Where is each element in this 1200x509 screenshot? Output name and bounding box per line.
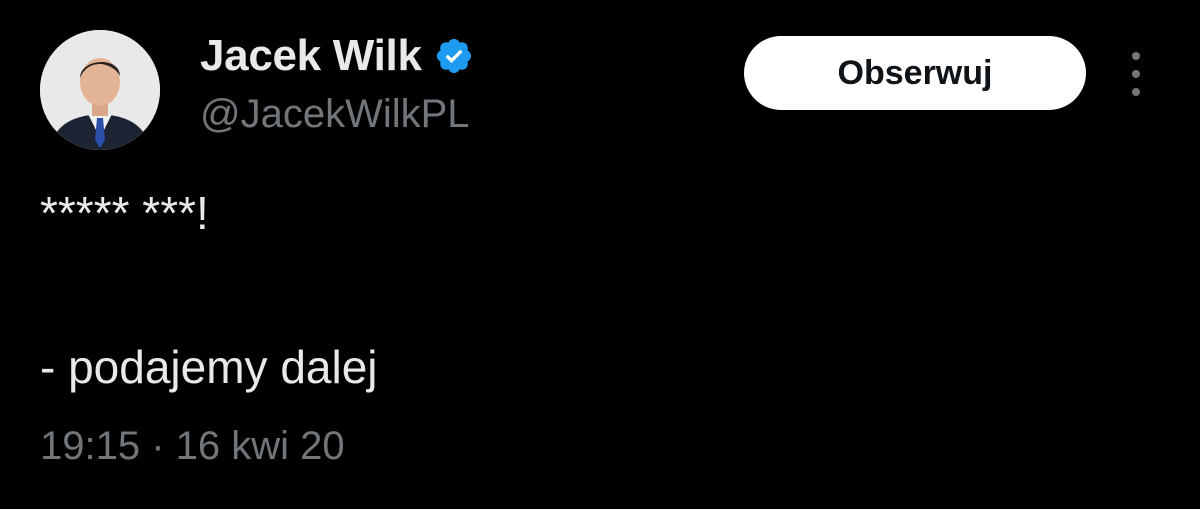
follow-button[interactable]: Obserwuj xyxy=(744,36,1086,110)
avatar[interactable] xyxy=(40,30,160,150)
verified-badge-icon[interactable] xyxy=(434,36,474,76)
author-name-row: Jacek Wilk xyxy=(200,28,474,84)
tweet-text-line-1: ***** ***! xyxy=(40,187,209,239)
avatar-photo xyxy=(40,30,160,150)
more-vertical-icon[interactable] xyxy=(1124,52,1148,96)
tweet-timestamp[interactable]: 19:15 · 16 kwi 20 xyxy=(40,424,345,469)
author-handle[interactable]: @JacekWilkPL xyxy=(200,92,470,137)
tweet-card: Jacek Wilk @JacekWilkPL Obserwuj ***** *… xyxy=(0,0,1200,509)
tweet-text-line-2: - podajemy dalej xyxy=(40,341,378,393)
author-display-name[interactable]: Jacek Wilk xyxy=(200,31,422,81)
